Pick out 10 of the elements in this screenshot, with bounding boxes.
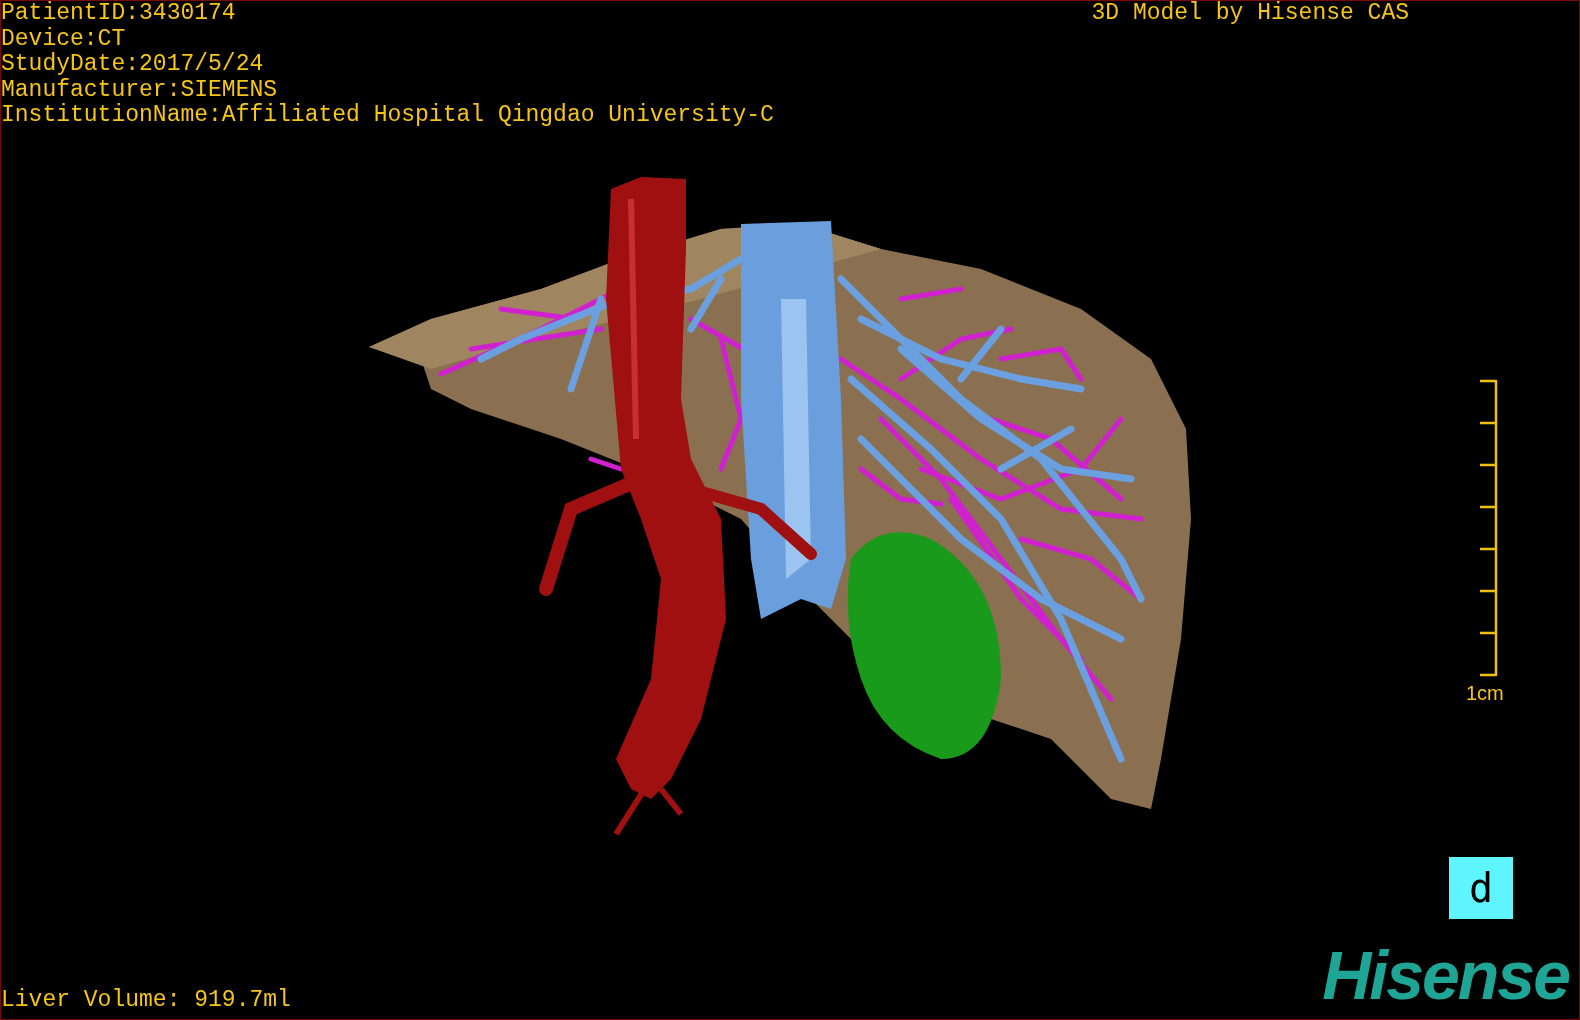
brand-logo: Hisense: [1322, 943, 1570, 1007]
study-info-text: PatientID:3430174: [1, 1, 237, 27]
credit-text: 3D Model by Hisense CAS: [1091, 1, 1409, 28]
scale-label: 1cm: [1466, 680, 1504, 706]
study-info-text: Device:CT: [1, 26, 127, 52]
orientation-cube[interactable]: d: [1449, 857, 1513, 919]
liver-volume-text: Liver Volume: 919.7ml: [1, 987, 291, 1013]
study-info-text: Manufacturer:SIEMENS: [1, 77, 279, 103]
study-info-text: StudyDate:2017/5/24: [1, 52, 265, 78]
study-info-text: InstitutionName:Affiliated Hospital Qingdao University-C: [1, 103, 774, 129]
